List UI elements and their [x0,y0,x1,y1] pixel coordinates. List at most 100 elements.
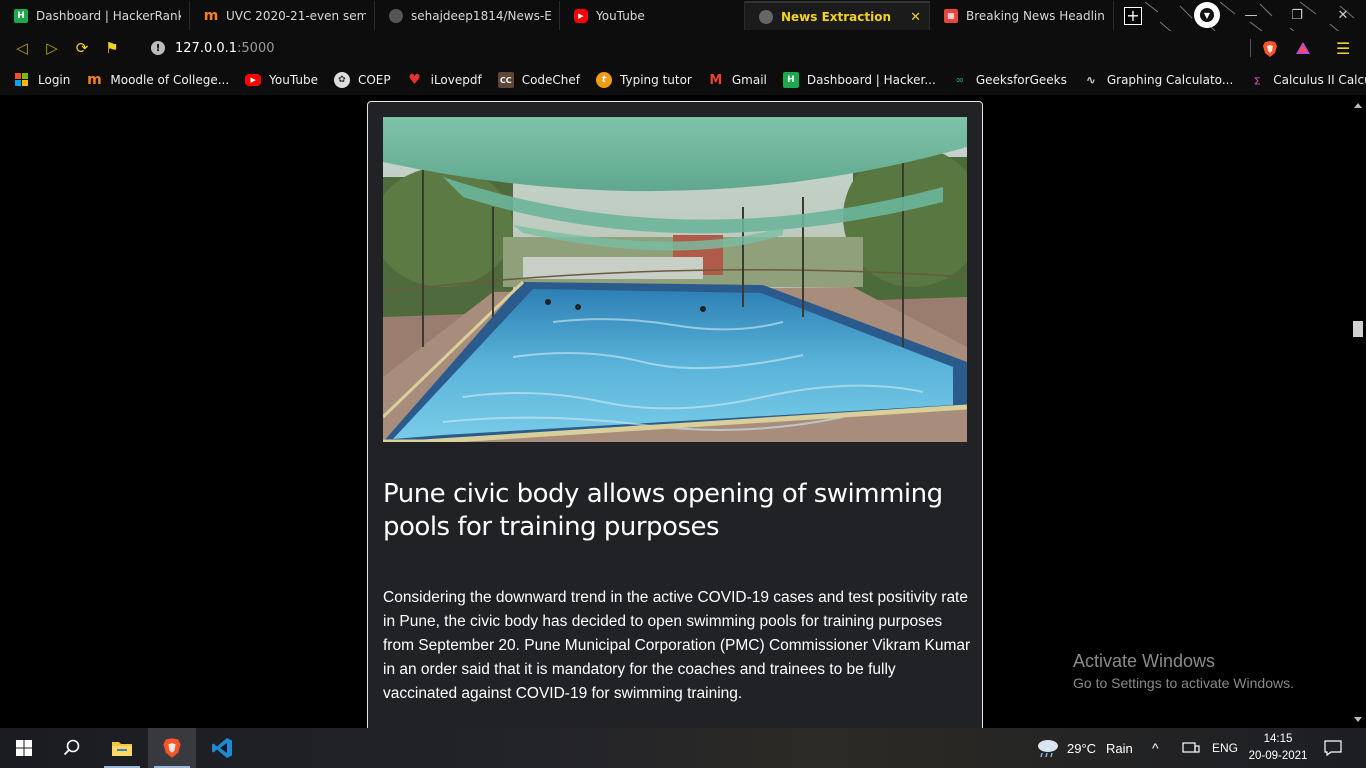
bookmark-codechef[interactable]: CC CodeChef [497,72,581,88]
bookmark-moodle[interactable]: m Moodle of College... [86,72,229,88]
news-card: Pune civic body allows opening of swimmi… [367,101,983,728]
notification-icon [1324,740,1342,756]
restore-button[interactable]: ❐ [1274,0,1320,31]
close-window-button[interactable]: ✕ [1320,0,1366,31]
chevron-down-icon: ▼ [1200,8,1214,22]
rain-cloud-icon [1038,740,1058,758]
browser-toolbar: ◁ ▷ ⟳ ⚑ ! 127.0.0.1 :5000 [0,31,1366,65]
bookmark-hackerrank[interactable]: H Dashboard | Hacker... [782,72,936,88]
hackerrank-icon: H [14,8,28,23]
scroll-down-icon[interactable] [1354,717,1362,722]
back-button[interactable]: ◁ [7,33,37,63]
bookmark-login[interactable]: Login [14,72,70,88]
tab-label: sehajdeep1814/News-Extra [411,8,551,23]
clock-time: 14:15 [1263,733,1293,745]
windows-logo-icon [16,740,32,756]
bookmark-calculus-calculator[interactable]: ∑ Calculus II Calculat... [1249,72,1366,88]
bookmark-label: GeeksforGeeks [975,73,1067,87]
coep-icon: ✿ [333,72,350,88]
search-icon [63,739,80,756]
gmail-icon: M [709,72,723,88]
tab-news-extraction[interactable]: News Extraction ✕ [745,1,930,30]
bookmark-ilovepdf[interactable]: ♥ iLovepdf [407,72,482,88]
tab-hackerrank[interactable]: H Dashboard | HackerRank [0,1,190,30]
bookmark-label: Typing tutor [620,73,692,87]
bookmark-icon[interactable]: ⚑ [97,33,127,63]
system-clock[interactable]: 14:15 20-09-2021 [1248,731,1308,765]
bookmark-label: Calculus II Calculat... [1273,73,1366,87]
tab-youtube[interactable]: ▶ YouTube [560,1,745,30]
bookmark-label: COEP [357,73,391,87]
tab-label: News Extraction [781,9,892,24]
weather-description: Rain [1106,740,1133,756]
vscode-icon [212,738,232,758]
weather-temperature: 29°C [1067,740,1097,756]
bookmark-coep[interactable]: ✿ COEP [333,72,391,88]
activate-windows-watermark: Activate Windows Go to Settings to activ… [1073,651,1294,691]
ilovepdf-icon: ♥ [408,72,421,88]
page-scrollbar[interactable] [1350,95,1366,728]
tab-github[interactable]: sehajdeep1814/News-Extra [375,1,560,30]
bookmark-gmail[interactable]: M Gmail [708,72,767,88]
scroll-up-icon[interactable] [1354,103,1362,108]
close-tab-icon[interactable]: ✕ [910,10,921,25]
typing-icon: t [596,72,613,88]
brave-taskbar-button[interactable] [148,728,196,768]
url-host: 127.0.0.1 [175,40,238,56]
tab-breaking-news[interactable]: ▦ Breaking News Headlines: R [930,1,1114,30]
bookmark-graphing-calculator[interactable]: ∿ Graphing Calculato... [1083,72,1233,88]
watermark-title: Activate Windows [1073,651,1216,671]
url-port: :5000 [237,40,275,56]
file-explorer-button[interactable] [98,728,146,768]
globe-icon [759,9,773,24]
bookmark-label: Moodle of College... [110,73,230,87]
brave-icon [163,738,181,758]
weather-widget[interactable]: 29°C Rain [1036,728,1133,768]
tab-moodle[interactable]: m UVC 2020-21-even semest [190,1,375,30]
github-icon [389,8,403,23]
desmos-icon: ∿ [1085,73,1096,87]
youtube-icon: ▶ [574,8,588,23]
address-bar[interactable]: ! 127.0.0.1 :5000 [140,34,1252,62]
moodle-icon: m [87,72,102,88]
bookmarks-bar: Login m Moodle of College... ▶ YouTube ✿… [0,65,1366,95]
moodle-icon: m [203,7,219,24]
minimize-button[interactable]: — [1228,0,1274,31]
geeksforgeeks-icon: ∞ [955,74,964,86]
clock-date: 20-09-2021 [1248,750,1308,762]
bookmark-typing-tutor[interactable]: t Typing tutor [596,72,692,88]
search-button[interactable] [48,728,96,768]
language-indicator[interactable]: ENG [1212,728,1238,768]
vscode-taskbar-button[interactable] [198,728,246,768]
codechef-icon: CC [497,72,514,88]
bookmark-label: iLovepdf [430,73,482,87]
brave-rewards-icon[interactable] [1295,41,1311,55]
profile-button[interactable]: ▼ [1194,2,1220,28]
network-icon[interactable] [1182,728,1200,768]
youtube-icon: ▶ [245,74,262,86]
notifications-button[interactable] [1324,728,1342,768]
bookmark-label: Dashboard | Hacker... [806,73,936,87]
news-image [383,117,967,442]
article-summary: Considering the downward trend in the ac… [383,589,971,702]
hackerrank-icon: H [782,72,799,88]
article-headline: Pune civic body allows opening of swimmi… [383,479,943,542]
windows-icon [14,72,30,88]
site-info-icon[interactable]: ! [151,41,165,55]
toolbar-divider [1250,39,1251,57]
bookmark-label: Gmail [731,73,767,87]
bookmark-geeksforgeeks[interactable]: ∞ GeeksforGeeks [952,72,1067,88]
tab-label: UVC 2020-21-even semest [226,8,366,23]
bookmark-label: CodeChef [521,73,581,87]
bookmark-label: YouTube [269,73,318,87]
hamburger-menu-icon[interactable]: ☰ [1336,39,1350,58]
start-button[interactable] [0,728,48,768]
bookmark-youtube[interactable]: ▶ YouTube [245,73,318,87]
scrollbar-thumb[interactable] [1353,321,1363,337]
reload-button[interactable]: ⟳ [67,33,97,63]
forward-button[interactable]: ▷ [37,33,67,63]
brave-shields-icon[interactable] [1262,40,1278,58]
show-hidden-icons-button[interactable]: ^ [1152,728,1159,768]
new-tab-button[interactable]: + [1124,6,1142,25]
bookmark-label: Graphing Calculato... [1106,73,1234,87]
